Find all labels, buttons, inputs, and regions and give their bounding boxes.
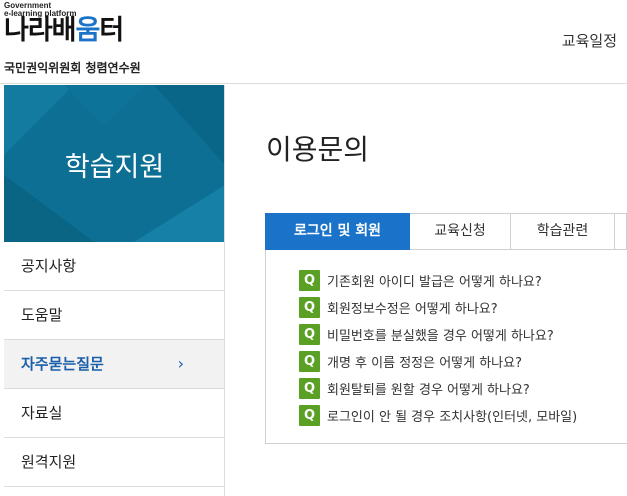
logo-wordmark-part3: 터 bbox=[99, 15, 124, 46]
list-item[interactable]: Q 로그인이 안 될 경우 조치사항(인터넷, 모바일) bbox=[299, 404, 577, 426]
q-icon: Q bbox=[299, 269, 320, 291]
faq-question[interactable]: 비밀번호를 분실했을 경우 어떻게 하나요? bbox=[327, 325, 554, 344]
sidebar-item-remote-support[interactable]: 원격지원 bbox=[4, 438, 224, 487]
list-item[interactable]: Q 비밀번호를 분실했을 경우 어떻게 하나요? bbox=[299, 323, 554, 345]
tab-login-member[interactable]: 로그인 및 회원 bbox=[265, 213, 410, 250]
faq-question[interactable]: 기존회원 아이디 발급은 어떻게 하나요? bbox=[327, 271, 542, 290]
q-icon: Q bbox=[299, 377, 320, 399]
sidebar-item-notice[interactable]: 공지사항 bbox=[4, 242, 224, 291]
sidebar-banner-title: 학습지원 bbox=[64, 152, 165, 183]
site-logo[interactable]: Government e-learning platform 나라배움터 bbox=[4, 2, 204, 52]
sidebar-item-label: 원격지원 bbox=[21, 453, 77, 471]
q-icon: Q bbox=[299, 404, 320, 426]
sidebar-item-label: 자료실 bbox=[21, 404, 63, 422]
sidebar-item-faq[interactable]: 자주묻는질문 › bbox=[4, 340, 224, 389]
chevron-right-icon: › bbox=[177, 354, 184, 373]
list-item[interactable]: Q 기존회원 아이디 발급은 어떻게 하나요? bbox=[299, 269, 542, 291]
top-nav-schedule[interactable]: 교육일정 bbox=[562, 30, 617, 51]
list-item[interactable]: Q 회원탈퇴를 원할 경우 어떻게 하나요? bbox=[299, 377, 530, 399]
tab-more[interactable] bbox=[615, 213, 627, 250]
faq-question[interactable]: 로그인이 안 될 경우 조치사항(인터넷, 모바일) bbox=[327, 406, 577, 425]
sidebar-item-label: 자주묻는질문 bbox=[21, 355, 104, 373]
sidebar-item-help[interactable]: 도움말 bbox=[4, 291, 224, 340]
page-title: 이용문의 bbox=[266, 133, 370, 166]
tab-course-application[interactable]: 교육신청 bbox=[410, 213, 511, 250]
faq-category-tabs: 로그인 및 회원 교육신청 학습관련 bbox=[265, 213, 627, 250]
faq-question[interactable]: 회원정보수정은 어떻게 하나요? bbox=[327, 298, 498, 317]
tab-learning[interactable]: 학습관련 bbox=[511, 213, 615, 250]
list-item[interactable]: Q 회원정보수정은 어떻게 하나요? bbox=[299, 296, 498, 318]
sidebar-item-label: 공지사항 bbox=[21, 257, 77, 275]
q-icon: Q bbox=[299, 350, 320, 372]
sidebar: 학습지원 공지사항 도움말 자주묻는질문 › 자료실 원격지원 bbox=[4, 85, 225, 496]
q-icon: Q bbox=[299, 296, 320, 318]
sidebar-item-library[interactable]: 자료실 bbox=[4, 389, 224, 438]
site-header: Government e-learning platform 나라배움터 국민권… bbox=[0, 0, 627, 84]
list-item[interactable]: Q 개명 후 이름 정정은 어떻게 하나요? bbox=[299, 350, 522, 372]
sidebar-item-label: 도움말 bbox=[21, 306, 63, 324]
logo-wordmark: 나라배움터 bbox=[4, 15, 124, 46]
q-icon: Q bbox=[299, 323, 320, 345]
faq-list: Q 기존회원 아이디 발급은 어떻게 하나요? Q 회원정보수정은 어떻게 하나… bbox=[265, 250, 627, 444]
faq-question[interactable]: 회원탈퇴를 원할 경우 어떻게 하나요? bbox=[327, 379, 530, 398]
logo-wordmark-part2: 움 bbox=[75, 15, 101, 46]
organization-name: 국민권익위원회 청렴연수원 bbox=[4, 61, 141, 75]
logo-wordmark-part1: 나라배 bbox=[4, 15, 77, 46]
faq-question[interactable]: 개명 후 이름 정정은 어떻게 하나요? bbox=[327, 352, 522, 371]
sidebar-banner: 학습지원 bbox=[4, 85, 224, 242]
